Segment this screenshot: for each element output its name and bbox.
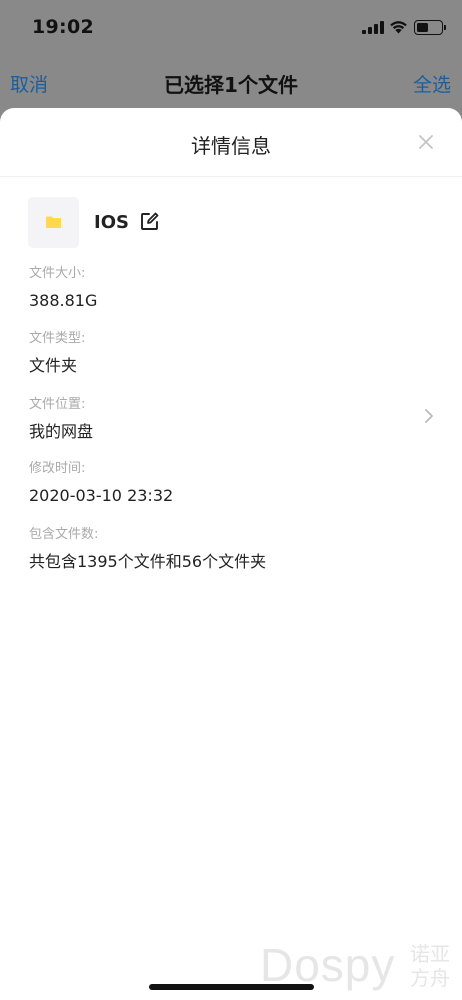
field-value: 文件夹 [29,356,78,375]
status-bar: 19:02 [0,0,462,56]
sheet-title: 详情信息 [191,134,271,158]
watermark-cn-line: 方舟 [410,966,450,990]
field-label: 修改时间: [29,461,86,476]
field-file-count: 包含文件数: 共包含1395个文件和56个文件夹 [29,527,434,572]
wifi-icon [390,21,407,34]
file-summary: IOS [28,197,438,248]
field-value: 我的网盘 [29,422,94,441]
field-label: 包含文件数: [29,527,99,542]
home-indicator[interactable] [149,984,314,990]
details-sheet: 详情信息 IOS 文件大小: 388.81G 文件类型: 文件夹 文件位置: 我… [0,108,462,1000]
field-label: 文件类型: [29,331,86,346]
field-value: 共包含1395个文件和56个文件夹 [29,552,267,571]
battery-cap [444,25,446,30]
edit-icon[interactable] [140,212,159,231]
field-label: 文件位置: [29,397,86,412]
field-value: 2020-03-10 23:32 [29,486,174,505]
chevron-right-icon[interactable] [424,408,434,424]
field-value: 388.81G [29,291,98,310]
folder-icon [46,216,61,228]
field-type: 文件类型: 文件夹 [29,331,434,376]
sheet-header: 详情信息 [0,108,462,177]
field-size: 文件大小: 388.81G [29,266,434,311]
file-name: IOS [94,212,129,233]
field-location[interactable]: 文件位置: 我的网盘 [29,397,434,442]
nav-title: 已选择1个文件 [164,73,298,97]
field-modified-time: 修改时间: 2020-03-10 23:32 [29,461,434,506]
select-all-button[interactable]: 全选 [413,70,451,97]
status-time: 19:02 [32,16,94,38]
nav-bar: 取消 已选择1个文件 全选 [0,58,462,104]
field-label: 文件大小: [29,266,86,281]
cellular-signal-icon [362,21,384,34]
watermark-cn-line: 诺亚 [410,942,450,966]
watermark-cn: 诺亚 方舟 [410,942,450,990]
close-icon[interactable] [416,132,436,152]
folder-thumbnail [28,197,79,248]
battery-icon [414,20,443,35]
